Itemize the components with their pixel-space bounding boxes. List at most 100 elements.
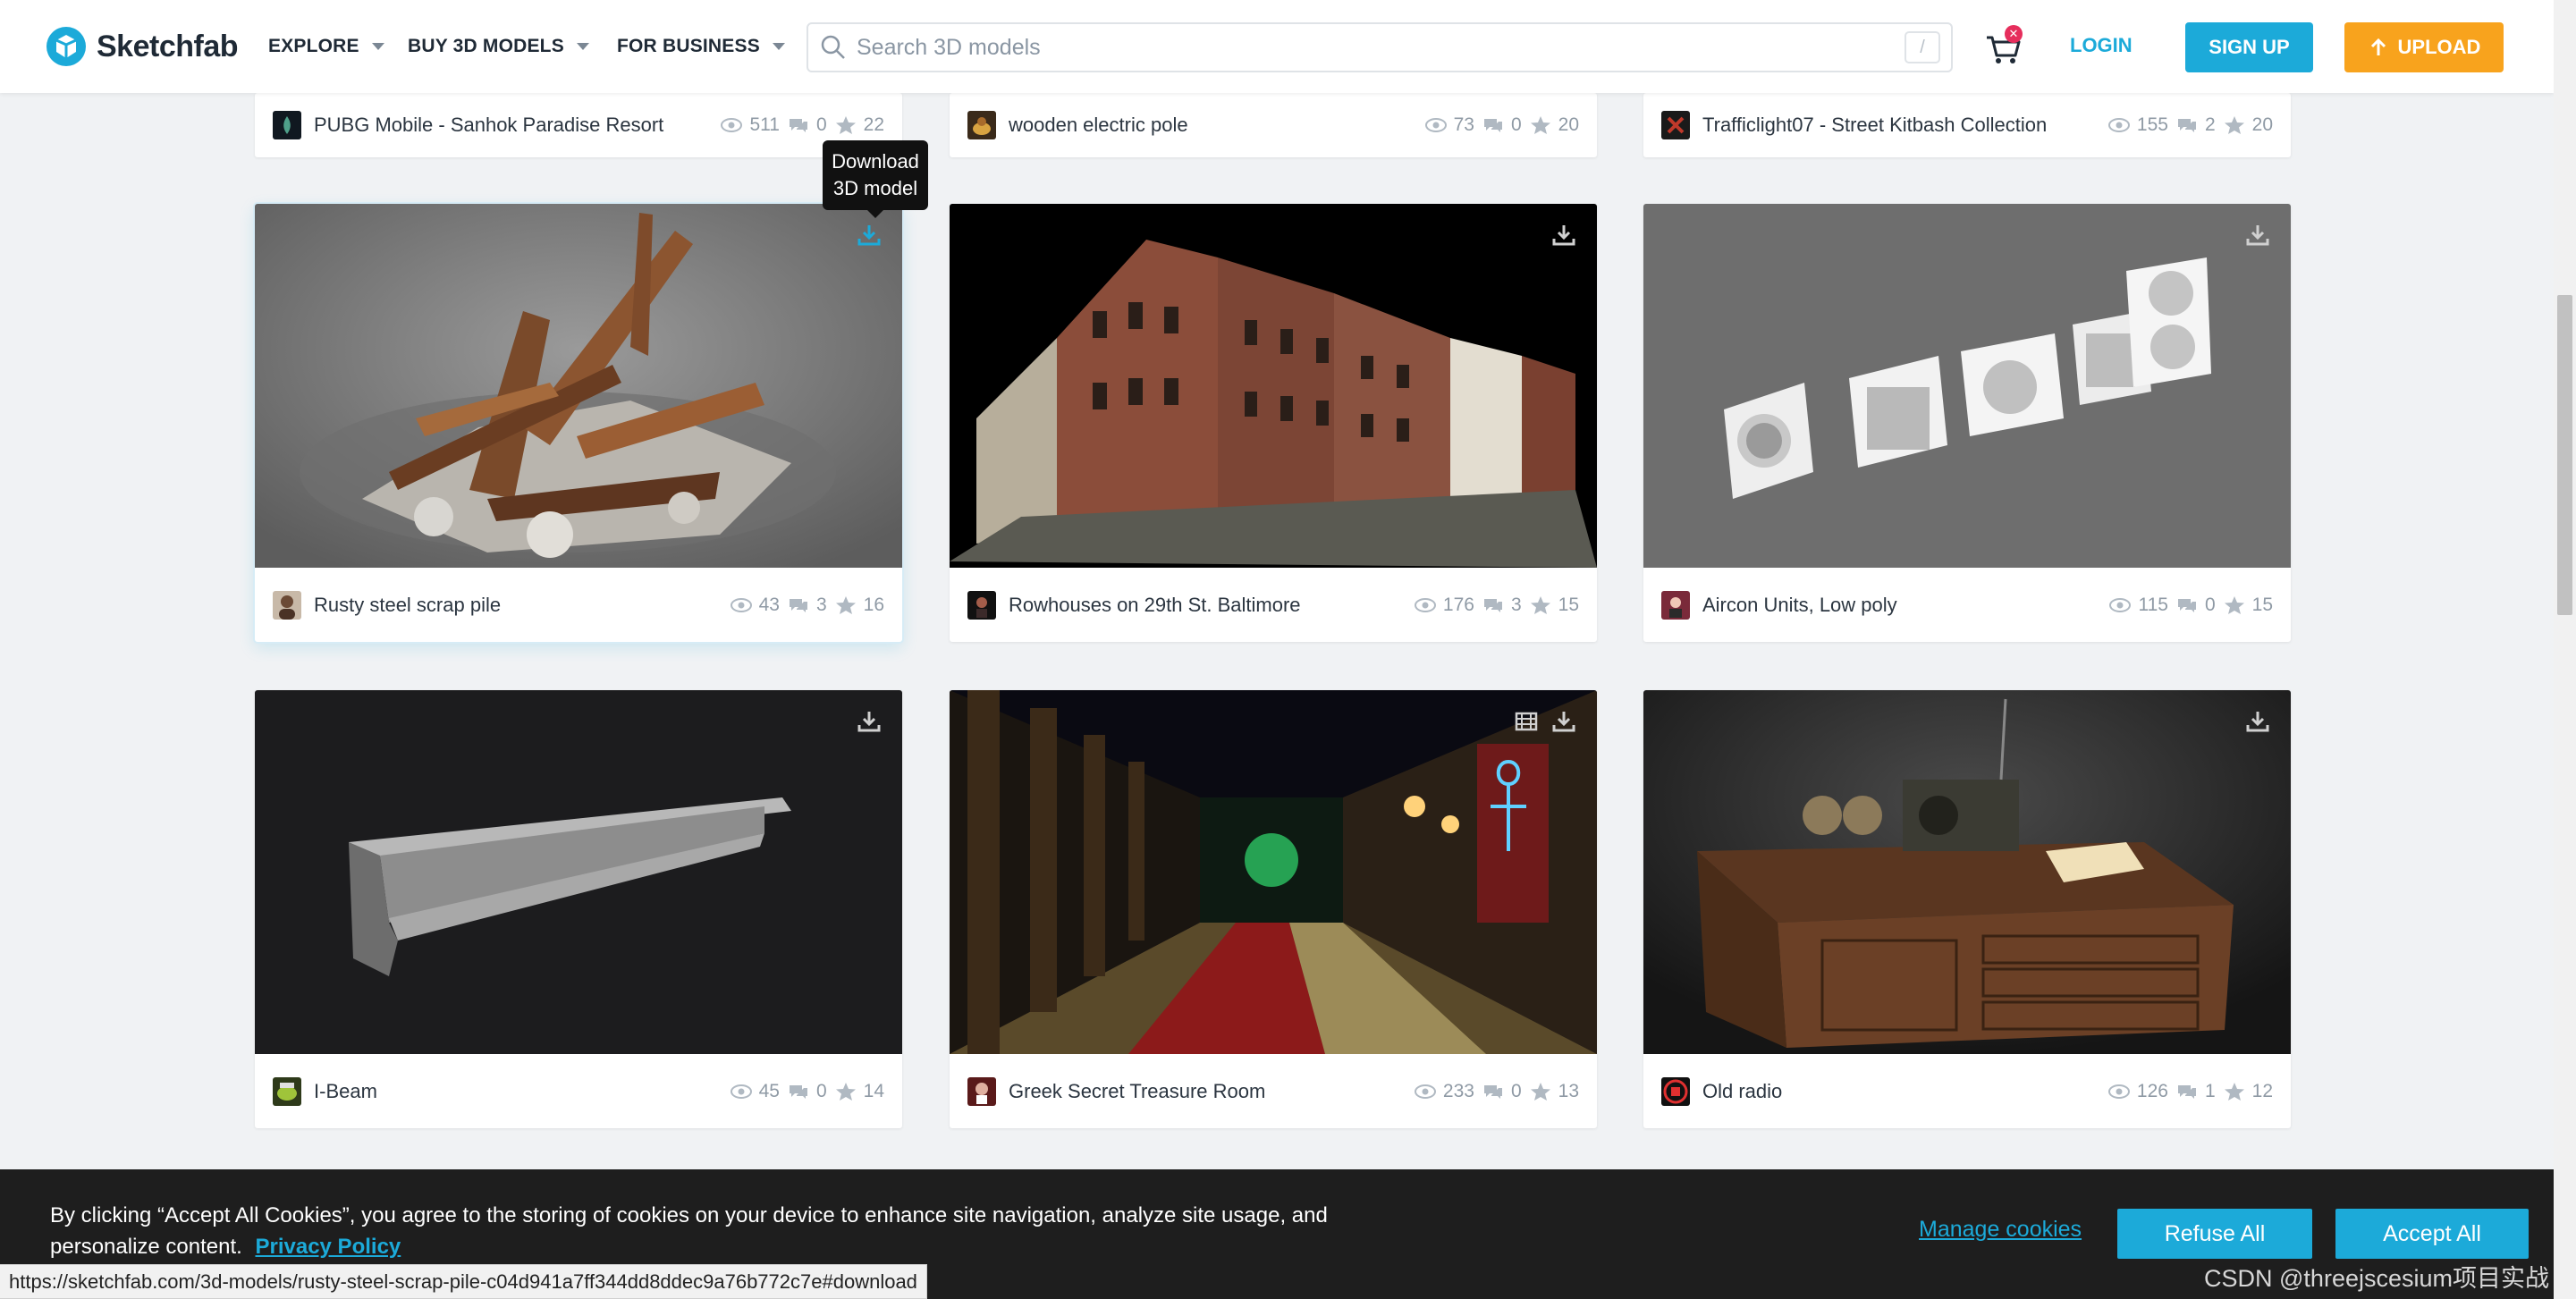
sketchfab-logo[interactable]: Sketchfab — [46, 21, 239, 72]
card-title[interactable]: Trafficlight07 - Street Kitbash Collecti… — [1702, 114, 2107, 137]
cookie-message: By clicking “Accept All Cookies”, you ag… — [50, 1203, 1328, 1259]
arrow-up-icon — [2370, 38, 2386, 55]
comment-count: 0 — [2204, 594, 2216, 615]
model-card[interactable]: Old radio 126 1 12 — [1643, 690, 2291, 1128]
like-count: 14 — [863, 1080, 884, 1101]
nav-buy-3d-models[interactable]: BUY 3D MODELS — [408, 30, 589, 63]
cart-button[interactable]: ✕ — [1981, 25, 2026, 70]
model-thumbnail[interactable] — [950, 690, 1597, 1054]
eye-icon — [730, 597, 752, 612]
card-meta: Trafficlight07 - Street Kitbash Collecti… — [1643, 93, 2291, 157]
eye-icon — [1414, 1084, 1436, 1099]
login-link[interactable]: LOGIN — [2070, 34, 2133, 57]
view-count: 43 — [758, 594, 780, 615]
comment-count: 3 — [1510, 594, 1522, 615]
star-icon — [1530, 1082, 1550, 1101]
model-card[interactable]: Rusty steel scrap pile 43 3 16 — [255, 204, 902, 642]
like-count: 20 — [1558, 114, 1579, 135]
model-thumbnail[interactable] — [1643, 204, 2291, 568]
download-icon[interactable] — [1550, 222, 1577, 249]
comment-icon — [2177, 119, 2196, 132]
card-stats: 511 0 22 — [720, 114, 884, 136]
nav-explore-label: EXPLORE — [268, 36, 359, 56]
avatar[interactable] — [967, 111, 996, 139]
download-icon[interactable] — [856, 222, 883, 249]
nav-buy-label: BUY 3D MODELS — [408, 36, 564, 56]
card-stats: 115 0 15 — [2108, 595, 2273, 616]
card-title[interactable]: Rowhouses on 29th St. Baltimore — [1009, 594, 1414, 617]
manage-cookies-link[interactable]: Manage cookies — [1919, 1217, 2082, 1243]
card-stats: 155 2 20 — [2107, 114, 2273, 136]
star-icon — [835, 116, 856, 134]
star-icon — [2224, 595, 2244, 614]
avatar[interactable] — [1661, 590, 1690, 620]
like-count: 13 — [1558, 1080, 1579, 1101]
nav-business-label: FOR BUSINESS — [617, 36, 760, 56]
logo-text: Sketchfab — [97, 29, 239, 63]
comment-icon — [1483, 119, 1502, 132]
avatar[interactable] — [1661, 111, 1690, 139]
eye-icon — [2107, 1084, 2130, 1099]
download-icon[interactable] — [2244, 222, 2271, 249]
avatar[interactable] — [967, 1076, 996, 1106]
download-icon[interactable] — [1550, 708, 1577, 735]
model-thumbnail[interactable] — [255, 690, 902, 1054]
download-icon[interactable] — [856, 708, 883, 735]
card-stats: 45 0 14 — [730, 1081, 884, 1102]
avatar[interactable] — [273, 1076, 301, 1106]
comment-icon — [789, 598, 807, 612]
star-icon — [2224, 116, 2244, 134]
card-meta: Old radio 126 1 12 — [1643, 1054, 2291, 1128]
signup-button[interactable]: SIGN UP — [2185, 22, 2313, 72]
download-icon[interactable] — [2244, 708, 2271, 735]
comment-count: 2 — [2204, 114, 2216, 135]
model-thumbnail[interactable] — [1643, 690, 2291, 1054]
star-icon — [835, 595, 856, 614]
search-input[interactable] — [857, 24, 1905, 71]
comment-count: 0 — [1510, 1080, 1522, 1101]
card-title[interactable]: PUBG Mobile - Sanhok Paradise Resort — [314, 114, 720, 137]
comment-icon — [1483, 598, 1502, 612]
upload-button[interactable]: UPLOAD — [2344, 22, 2504, 72]
card-stats: 73 0 20 — [1424, 114, 1579, 136]
refuse-all-button[interactable]: Refuse All — [2117, 1209, 2312, 1259]
avatar[interactable] — [967, 590, 996, 620]
scrollbar-thumb[interactable] — [2557, 295, 2572, 615]
model-card[interactable]: wooden electric pole 73 0 20 — [950, 93, 1597, 157]
avatar[interactable] — [273, 590, 301, 620]
card-meta: Greek Secret Treasure Room 233 0 13 — [950, 1054, 1597, 1128]
card-meta: I-Beam 45 0 14 — [255, 1054, 902, 1128]
card-meta: Rusty steel scrap pile 43 3 16 — [255, 568, 902, 642]
comment-icon — [2177, 598, 2196, 612]
nav-explore[interactable]: EXPLORE — [268, 30, 384, 63]
model-card[interactable]: Rowhouses on 29th St. Baltimore 176 3 15 — [950, 204, 1597, 642]
card-title[interactable]: Old radio — [1702, 1080, 2107, 1103]
card-meta: Aircon Units, Low poly 115 0 15 — [1643, 568, 2291, 642]
card-stats: 43 3 16 — [730, 595, 884, 616]
chevron-down-icon — [371, 43, 384, 50]
card-title[interactable]: Greek Secret Treasure Room — [1009, 1080, 1414, 1103]
model-card[interactable]: Greek Secret Treasure Room 233 0 13 — [950, 690, 1597, 1128]
comment-count: 0 — [815, 1080, 827, 1101]
card-title[interactable]: I-Beam — [314, 1080, 730, 1103]
model-card[interactable]: PUBG Mobile - Sanhok Paradise Resort 511… — [255, 93, 902, 157]
accept-all-button[interactable]: Accept All — [2335, 1209, 2529, 1259]
view-count: 126 — [2136, 1080, 2168, 1101]
nav-for-business[interactable]: FOR BUSINESS — [617, 30, 785, 63]
card-title[interactable]: Rusty steel scrap pile — [314, 594, 730, 617]
search-bar: / — [807, 22, 1953, 72]
privacy-policy-link[interactable]: Privacy Policy — [255, 1235, 401, 1259]
avatar[interactable] — [1661, 1076, 1690, 1106]
comment-icon — [2177, 1084, 2196, 1099]
avatar[interactable] — [273, 111, 301, 139]
model-card[interactable]: I-Beam 45 0 14 — [255, 690, 902, 1128]
model-card[interactable]: Aircon Units, Low poly 115 0 15 — [1643, 204, 2291, 642]
comment-count: 3 — [815, 594, 827, 615]
card-title[interactable]: Aircon Units, Low poly — [1702, 594, 2108, 617]
page-scrollbar[interactable] — [2554, 0, 2576, 1299]
card-title[interactable]: wooden electric pole — [1009, 114, 1424, 137]
model-card[interactable]: Trafficlight07 - Street Kitbash Collecti… — [1643, 93, 2291, 157]
model-thumbnail[interactable] — [950, 204, 1597, 568]
model-thumbnail[interactable] — [255, 204, 902, 568]
comment-icon — [789, 119, 807, 132]
